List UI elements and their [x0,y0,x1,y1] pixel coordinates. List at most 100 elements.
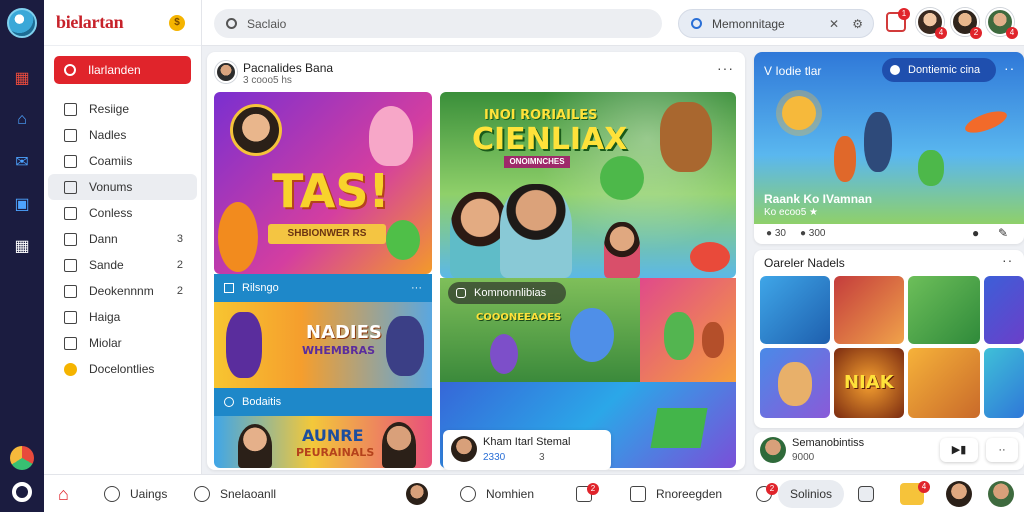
video-panel-title: V Iodie tlar [764,64,822,78]
grid-thumb[interactable] [984,276,1024,344]
bunny-illustration [369,106,413,166]
game-tile[interactable] [640,278,736,382]
game-tile[interactable]: TAS! SHBIONWER RS [214,92,432,274]
post-author[interactable]: Pacnalides Bana [243,61,333,75]
tile-subtitle: PEURAINALS [296,446,375,459]
settings-ring-icon[interactable] [12,482,32,502]
sidebar-item-label: Conless [89,206,133,220]
user-avatar[interactable] [406,475,428,512]
commenter-avatar[interactable] [451,436,477,462]
tablet-icon[interactable] [858,475,884,512]
sidebar-item[interactable]: Nadles [48,122,197,148]
sidebar-item[interactable]: Miolar [48,330,197,356]
comment-card[interactable]: Kham Itarl Stemal 2330 3 [443,430,611,470]
sidebar-item-label: Dann [89,232,118,246]
share-icon[interactable]: ● [972,226,979,240]
info-icon [224,397,234,407]
grid-thumb[interactable] [984,348,1024,418]
sidebar-item[interactable]: Conless [48,200,197,226]
trophy-icon[interactable] [900,475,924,512]
brand-name[interactable]: bielartan [56,12,124,33]
mail-icon[interactable]: ✉ [12,152,32,172]
avatar-badge: 4 [935,27,947,39]
filter-icon[interactable]: ⚙ [852,17,863,31]
close-icon[interactable]: ✕ [829,17,839,31]
reaction-count[interactable]: ● 300 [800,228,826,239]
bottom-nav-item[interactable]: Snelaoanll [194,475,276,512]
tile-pill[interactable]: Komnonnlibias [448,282,566,304]
home-icon[interactable]: ⌂ [58,475,69,512]
edit-icon[interactable]: ✎ [998,226,1008,240]
tile-title: AUNRE [302,426,364,445]
sidebar-item[interactable]: Dann 3 [48,226,197,252]
more-options-icon[interactable]: ··· [411,282,422,294]
sidebar-item-icon [64,102,77,116]
bottom-nav-pill[interactable]: Solinios [778,480,845,508]
gamepad-icon [456,288,466,298]
grid-thumb[interactable] [760,348,830,418]
hero-tile[interactable]: INOI RORIAILES CIENLIAX ONOIMNCHES [440,92,736,278]
top-bar: Saclaio Memonnitage ✕ ⚙ 1 4 2 4 [202,0,1024,46]
flag-illustration [650,408,708,448]
avatar[interactable] [988,475,1014,512]
create-button[interactable]: Ilarlanden [54,56,191,84]
video-title: Raank Ko IVamnan [764,192,873,206]
bottom-nav-item[interactable]: Uaings [104,475,167,512]
grid-thumb[interactable] [908,276,980,344]
person-illustration [864,112,892,172]
grid-icon[interactable]: ▦ [12,236,32,256]
hero-title: CIENLIAX [472,122,628,157]
dog-illustration [778,362,812,406]
more-options-icon[interactable]: ·· [1004,60,1015,76]
game-tile[interactable]: Komnonnlibias COOONEEAOES [440,278,640,382]
grid-thumb[interactable] [908,348,980,418]
creator-card[interactable]: Semanobintiss 9000 ▶▮ ·· [754,432,1024,470]
character-illustration [218,202,258,272]
messages-badge: 2 [766,483,778,495]
author-avatar[interactable] [215,61,237,83]
profile-logo-icon[interactable] [7,8,37,38]
more-button[interactable]: ·· [986,438,1018,462]
bottom-nav-item[interactable]: Rnoreegden [630,475,722,512]
comment-title: Kham Itarl Stemal [483,436,571,448]
secondary-search-input[interactable]: Memonnitage ✕ ⚙ [678,9,874,38]
sidebar-item[interactable]: Deokennnm 2 [48,278,197,304]
sidebar-item[interactable]: Sande 2 [48,252,197,278]
search-icon [691,18,702,29]
sidebar-item[interactable]: Haiga [48,304,197,330]
sidebar-item[interactable]: Docelontlies [48,356,197,382]
grid-thumb[interactable]: NIAK [834,348,904,418]
game-tile[interactable]: AUNRE PEURAINALS [214,416,432,468]
video-meta: Ko ecoo5 ★ [764,207,818,218]
grid-thumb[interactable] [834,276,904,344]
sidebar-item[interactable]: Coamiis [48,148,197,174]
person-illustration [500,184,572,278]
coin-icon[interactable]: $ [169,15,185,31]
video-action-button[interactable]: Dontiemic cina [882,58,996,82]
section-title: Oareler Nadels [764,256,845,270]
sidebar-item[interactable]: Resiige [48,96,197,122]
sidebar-item-label: Deokennnm [89,284,154,298]
search-input[interactable]: Saclaio [214,9,662,38]
section-row[interactable]: Bodaitis [214,388,432,416]
grid-thumb[interactable] [760,276,830,344]
apps-icon[interactable] [10,446,34,470]
sun-illustration [782,96,816,130]
sidebar-item[interactable]: Vonums [48,174,197,200]
hero-ribbon: ONOIMNCHES [504,156,570,168]
creator-avatar[interactable] [760,437,786,463]
calendar-icon[interactable]: ▦ [12,68,32,88]
bottom-nav-item[interactable]: Nomhien [460,475,534,512]
video-thumbnail[interactable]: V Iodie tlar Dontiemic cina ·· Raank Ko … [754,52,1024,224]
reaction-count[interactable]: ● 30 [766,228,786,239]
home-icon[interactable]: ⌂ [12,110,32,130]
section-row[interactable]: Rilsngo ··· [214,274,432,302]
game-tile[interactable]: NADIES WHEMBRAS [214,302,432,388]
puzzle-icon[interactable]: ▣ [12,194,32,214]
more-options-icon[interactable]: ··· [717,60,734,76]
more-options-icon[interactable]: ·· [1002,252,1013,268]
play-button[interactable]: ▶▮ [940,438,978,462]
tile-pill-label: Komnonnlibias [474,287,547,299]
avatar[interactable] [946,475,972,512]
sidebar-item-label: Miolar [89,336,122,350]
